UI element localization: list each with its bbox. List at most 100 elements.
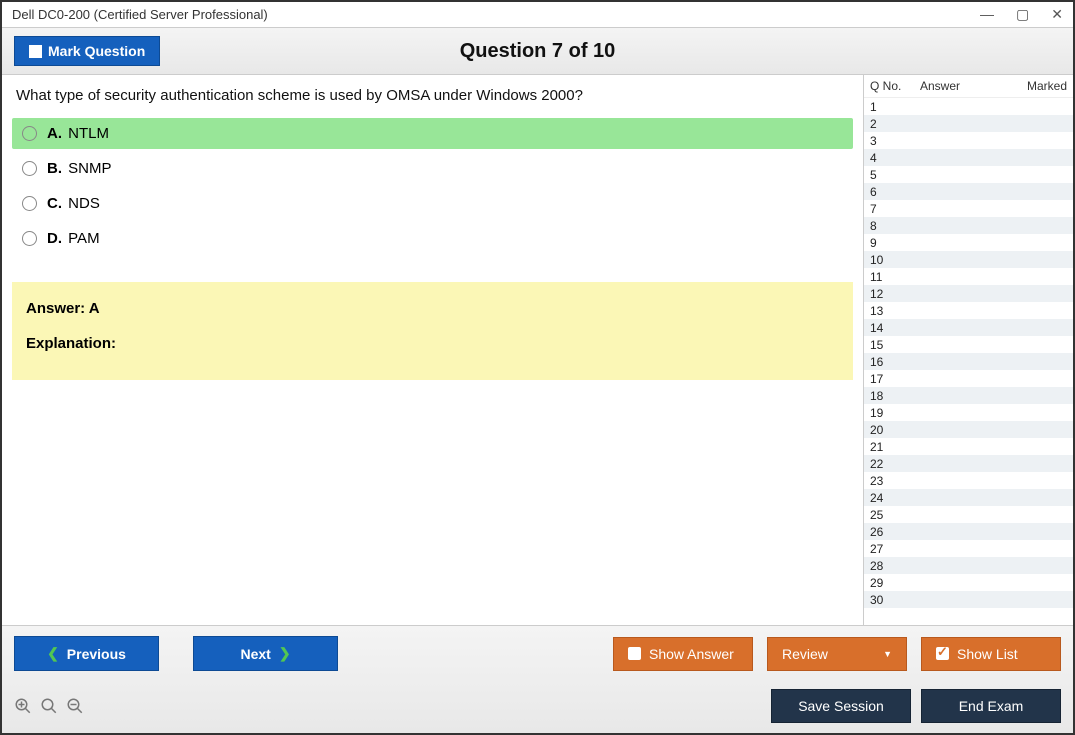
show-answer-button[interactable]: Show Answer	[613, 637, 753, 671]
zoom-out-icon[interactable]	[66, 697, 84, 715]
next-button[interactable]: Next ❯	[193, 636, 338, 671]
question-number: 26	[870, 525, 910, 539]
app-window: Dell DC0-200 (Certified Server Professio…	[0, 0, 1075, 735]
question-row-28[interactable]: 28	[864, 557, 1073, 574]
question-row-6[interactable]: 6	[864, 183, 1073, 200]
question-row-11[interactable]: 11	[864, 268, 1073, 285]
checkbox-checked-icon	[936, 647, 949, 660]
chevron-down-icon: ▼	[883, 649, 892, 659]
question-row-2[interactable]: 2	[864, 115, 1073, 132]
option-d[interactable]: D. PAM	[12, 223, 853, 254]
question-row-30[interactable]: 30	[864, 591, 1073, 608]
question-row-14[interactable]: 14	[864, 319, 1073, 336]
end-exam-button[interactable]: End Exam	[921, 689, 1061, 723]
question-number: 11	[870, 270, 910, 284]
question-number: 13	[870, 304, 910, 318]
close-icon[interactable]: ✕	[1051, 6, 1063, 23]
question-row-25[interactable]: 25	[864, 506, 1073, 523]
minimize-icon[interactable]: —	[980, 6, 994, 23]
option-c[interactable]: C. NDS	[12, 188, 853, 219]
show-list-button[interactable]: Show List	[921, 637, 1061, 671]
col-q-no: Q No.	[870, 79, 910, 93]
question-number: 27	[870, 542, 910, 556]
option-b[interactable]: B. SNMP	[12, 153, 853, 184]
question-number: 3	[870, 134, 910, 148]
header-bar: Mark Question Question 7 of 10	[2, 27, 1073, 75]
review-label: Review	[782, 646, 828, 662]
radio-icon	[22, 126, 37, 141]
option-label: D. PAM	[47, 230, 100, 247]
question-number: 23	[870, 474, 910, 488]
question-number: 17	[870, 372, 910, 386]
titlebar: Dell DC0-200 (Certified Server Professio…	[2, 2, 1073, 27]
question-row-9[interactable]: 9	[864, 234, 1073, 251]
question-number: 30	[870, 593, 910, 607]
question-number: 20	[870, 423, 910, 437]
zoom-controls	[14, 697, 84, 715]
question-number: 10	[870, 253, 910, 267]
question-row-4[interactable]: 4	[864, 149, 1073, 166]
question-row-7[interactable]: 7	[864, 200, 1073, 217]
window-controls: — ▢ ✕	[980, 6, 1063, 23]
previous-label: Previous	[67, 646, 126, 662]
option-label: C. NDS	[47, 195, 100, 212]
checkbox-icon	[628, 647, 641, 660]
review-dropdown[interactable]: Review ▼	[767, 637, 907, 671]
sidebar-list[interactable]: 1234567891011121314151617181920212223242…	[864, 98, 1073, 625]
question-row-3[interactable]: 3	[864, 132, 1073, 149]
question-row-19[interactable]: 19	[864, 404, 1073, 421]
question-number: 28	[870, 559, 910, 573]
next-label: Next	[240, 646, 270, 662]
question-row-13[interactable]: 13	[864, 302, 1073, 319]
option-label: B. SNMP	[47, 160, 112, 177]
option-label: A. NTLM	[47, 125, 109, 142]
radio-icon	[22, 196, 37, 211]
checkbox-icon	[29, 45, 42, 58]
option-a[interactable]: A. NTLM	[12, 118, 853, 149]
show-list-label: Show List	[957, 646, 1018, 662]
question-row-26[interactable]: 26	[864, 523, 1073, 540]
question-row-16[interactable]: 16	[864, 353, 1073, 370]
footer-row-2: Save Session End Exam	[14, 689, 1061, 723]
question-row-15[interactable]: 15	[864, 336, 1073, 353]
previous-button[interactable]: ❮ Previous	[14, 636, 159, 671]
question-number: 14	[870, 321, 910, 335]
main-area: What type of security authentication sch…	[2, 75, 1073, 625]
question-row-27[interactable]: 27	[864, 540, 1073, 557]
question-number: 1	[870, 100, 910, 114]
question-row-12[interactable]: 12	[864, 285, 1073, 302]
zoom-reset-icon[interactable]	[40, 697, 58, 715]
question-row-8[interactable]: 8	[864, 217, 1073, 234]
question-number: 22	[870, 457, 910, 471]
chevron-left-icon: ❮	[47, 645, 59, 662]
question-row-24[interactable]: 24	[864, 489, 1073, 506]
chevron-right-icon: ❯	[279, 645, 291, 662]
question-row-21[interactable]: 21	[864, 438, 1073, 455]
footer-row-1: ❮ Previous Next ❯ Show Answer Review ▼ S…	[14, 636, 1061, 671]
answer-box: Answer: A Explanation:	[12, 282, 853, 380]
question-row-17[interactable]: 17	[864, 370, 1073, 387]
question-row-23[interactable]: 23	[864, 472, 1073, 489]
radio-icon	[22, 161, 37, 176]
question-list-sidebar: Q No. Answer Marked 12345678910111213141…	[863, 75, 1073, 625]
question-row-22[interactable]: 22	[864, 455, 1073, 472]
mark-question-button[interactable]: Mark Question	[14, 36, 160, 66]
save-session-button[interactable]: Save Session	[771, 689, 911, 723]
question-number: 7	[870, 202, 910, 216]
maximize-icon[interactable]: ▢	[1016, 6, 1029, 23]
question-row-10[interactable]: 10	[864, 251, 1073, 268]
question-counter: Question 7 of 10	[460, 40, 616, 63]
zoom-in-icon[interactable]	[14, 697, 32, 715]
question-row-20[interactable]: 20	[864, 421, 1073, 438]
question-row-1[interactable]: 1	[864, 98, 1073, 115]
sidebar-header: Q No. Answer Marked	[864, 75, 1073, 98]
question-number: 18	[870, 389, 910, 403]
question-number: 4	[870, 151, 910, 165]
question-row-5[interactable]: 5	[864, 166, 1073, 183]
question-number: 29	[870, 576, 910, 590]
question-number: 5	[870, 168, 910, 182]
question-row-29[interactable]: 29	[864, 574, 1073, 591]
question-row-18[interactable]: 18	[864, 387, 1073, 404]
explanation-label: Explanation:	[26, 335, 839, 352]
radio-icon	[22, 231, 37, 246]
